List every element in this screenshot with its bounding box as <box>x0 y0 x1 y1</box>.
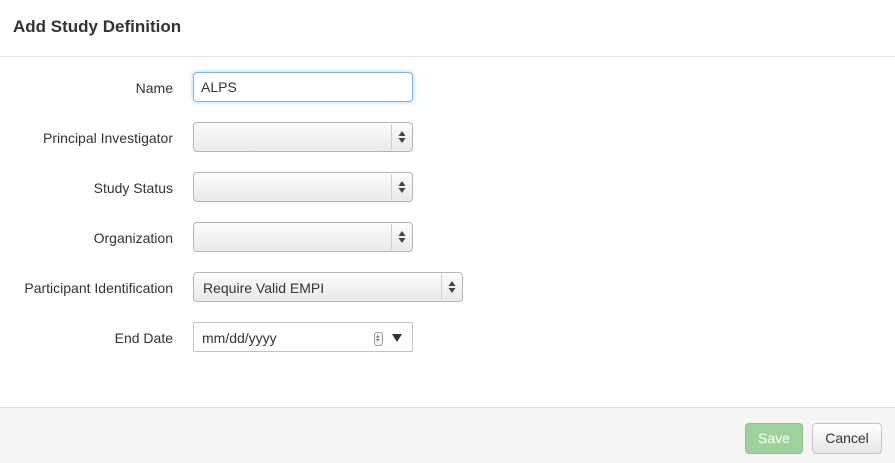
participant-identification-select[interactable]: Require Valid EMPI <box>193 272 463 302</box>
select-divider <box>391 174 392 200</box>
organization-select[interactable] <box>193 222 413 252</box>
updown-arrows-icon <box>398 231 406 243</box>
updown-arrows-icon <box>448 281 456 293</box>
study-status-label: Study Status <box>93 180 173 196</box>
select-divider <box>441 274 442 300</box>
organization-label: Organization <box>93 230 173 246</box>
organization-row: Organization <box>0 222 895 254</box>
end-date-label: End Date <box>114 330 173 346</box>
spinner-icon[interactable] <box>374 332 383 346</box>
name-row: Name <box>0 72 895 104</box>
cancel-button[interactable]: Cancel <box>812 423 882 454</box>
dialog-title: Add Study Definition <box>13 17 182 36</box>
participant-identification-value: Require Valid EMPI <box>203 280 325 296</box>
dialog-header: Add Study Definition <box>0 0 895 57</box>
study-status-row: Study Status <box>0 172 895 204</box>
add-study-definition-dialog: Add Study Definition Name Principal Inve… <box>0 0 895 463</box>
updown-arrows-icon <box>398 131 406 143</box>
select-divider <box>391 224 392 250</box>
dropdown-triangle-icon[interactable] <box>391 332 403 344</box>
end-date-row: End Date mm/dd/yyyy <box>0 322 895 354</box>
principal-investigator-label: Principal Investigator <box>43 130 173 146</box>
end-date-input[interactable]: mm/dd/yyyy <box>193 322 413 352</box>
name-label: Name <box>135 80 173 96</box>
updown-arrows-icon <box>398 181 406 193</box>
end-date-placeholder: mm/dd/yyyy <box>202 330 277 346</box>
dialog-footer: Save Cancel <box>0 407 895 463</box>
name-input[interactable] <box>193 72 413 102</box>
save-button[interactable]: Save <box>745 423 803 454</box>
study-status-select[interactable] <box>193 172 413 202</box>
participant-identification-row: Participant Identification Require Valid… <box>0 272 895 304</box>
principal-investigator-select[interactable] <box>193 122 413 152</box>
select-divider <box>391 124 392 150</box>
principal-investigator-row: Principal Investigator <box>0 122 895 154</box>
participant-identification-label: Participant Identification <box>24 280 173 296</box>
